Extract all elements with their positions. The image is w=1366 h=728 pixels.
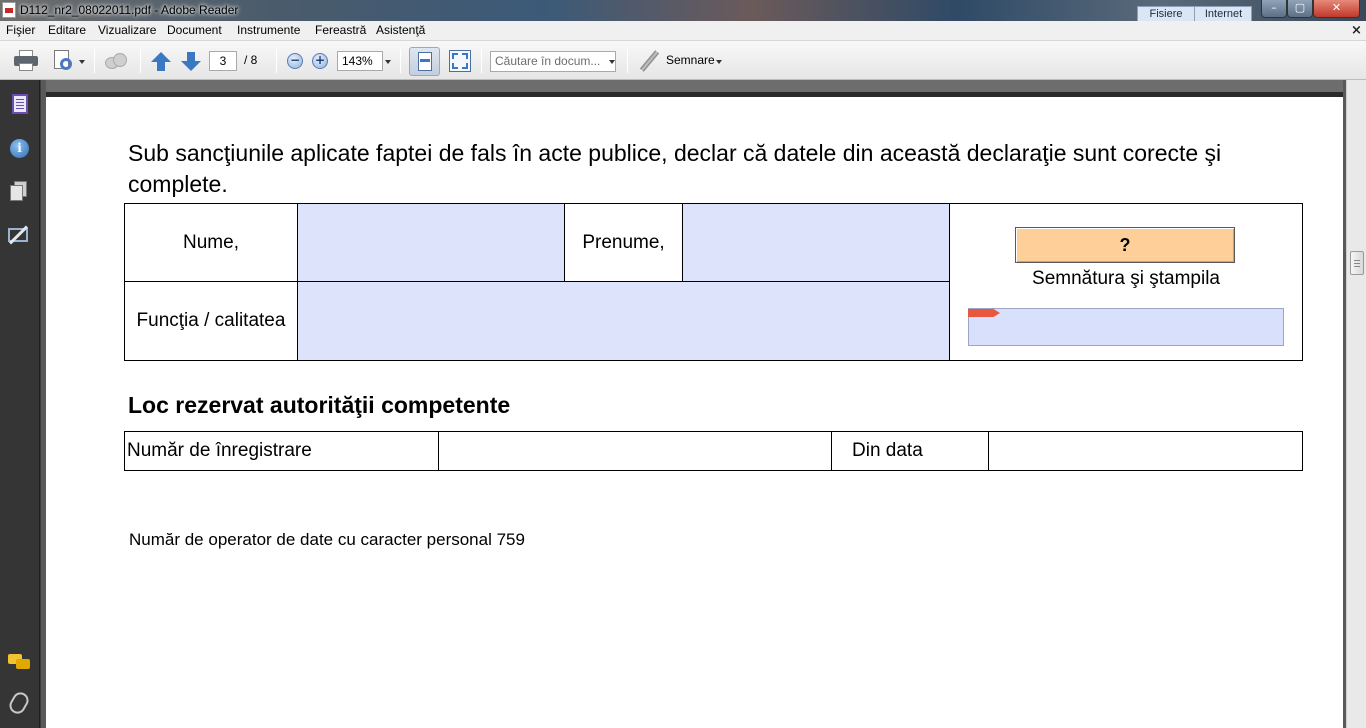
menu-fereastra[interactable]: Fereastră xyxy=(315,23,366,37)
signature-icon[interactable] xyxy=(8,225,30,245)
toolbar-separator xyxy=(481,49,482,73)
section-title: Loc rezervat autorităţii competente xyxy=(128,392,511,418)
close-window-button[interactable]: ✕ xyxy=(1313,0,1360,18)
prenume-field[interactable] xyxy=(682,203,950,282)
functia-field[interactable] xyxy=(297,281,950,361)
close-document-button[interactable]: × xyxy=(1351,23,1362,38)
registration-number-label: Număr de înregistrare xyxy=(124,431,439,471)
page-top-rule xyxy=(46,92,1343,97)
toolbar-separator xyxy=(276,49,277,73)
print-icon[interactable] xyxy=(14,50,38,71)
signature-label: Semnătura şi ştampila xyxy=(1032,268,1220,289)
menu-document[interactable]: Document xyxy=(167,23,222,37)
search-dropdown-arrow-icon[interactable] xyxy=(609,60,615,64)
minimize-button[interactable]: – xyxy=(1261,0,1287,18)
declaration-text: Sub sancţiunile aplicate faptei de fals … xyxy=(128,140,1222,197)
cloud-collaborate-icon[interactable] xyxy=(103,51,129,71)
pages-icon[interactable] xyxy=(12,94,28,114)
page-total-label: / 8 xyxy=(244,53,258,67)
vertical-scrollbar[interactable] xyxy=(1346,80,1366,728)
documents-icon[interactable] xyxy=(10,181,28,201)
menu-fisier[interactable]: Fişier xyxy=(6,23,35,37)
share-dropdown-arrow-icon[interactable] xyxy=(79,60,85,64)
signature-help-button[interactable]: ? xyxy=(1015,227,1235,263)
attachment-icon[interactable] xyxy=(6,689,32,717)
page-gap xyxy=(46,80,1343,92)
nume-field[interactable] xyxy=(297,203,565,282)
toolbar-separator xyxy=(400,49,401,73)
registration-number-field[interactable] xyxy=(438,431,832,471)
navigation-panel: i xyxy=(0,80,40,728)
zoom-dropdown-arrow-icon[interactable] xyxy=(385,60,391,64)
previous-page-icon[interactable] xyxy=(150,52,172,72)
search-input[interactable]: Căutare în docum... xyxy=(490,51,616,72)
registration-date-field[interactable] xyxy=(988,431,1303,471)
toolbar-separator xyxy=(140,49,141,73)
maximize-button[interactable]: ▢ xyxy=(1287,0,1313,18)
zoom-in-icon[interactable]: + xyxy=(312,53,328,69)
document-viewport[interactable]: Sub sancţiunile aplicate faptei de fals … xyxy=(41,80,1346,728)
menu-asistenta[interactable]: Asistenţă xyxy=(376,23,425,37)
nume-label: Nume, xyxy=(124,203,298,282)
signature-flag-icon xyxy=(968,309,1000,317)
registration-date-label: Din data xyxy=(831,431,989,471)
comment-icon[interactable] xyxy=(8,654,32,672)
info-icon[interactable]: i xyxy=(10,139,29,158)
menu-bar: Fişier Editare Vizualizare Document Inst… xyxy=(0,21,1366,41)
prenume-label: Prenume, xyxy=(564,203,683,282)
fit-width-scroll-icon[interactable] xyxy=(409,47,440,76)
fit-window-icon[interactable] xyxy=(449,50,471,72)
functia-label: Funcţia / calitatea xyxy=(124,281,298,361)
window-title: D112_nr2_08022011.pdf - Adobe Reader xyxy=(20,3,239,17)
sign-dropdown-arrow-icon[interactable] xyxy=(716,60,722,64)
share-document-icon[interactable] xyxy=(52,50,74,72)
toolbar: 3 / 8 − + 143% Căutare în docum... Semna… xyxy=(0,41,1366,80)
zoom-level-input[interactable]: 143% xyxy=(337,51,383,71)
signature-field[interactable] xyxy=(968,308,1284,346)
menu-vizualizare[interactable]: Vizualizare xyxy=(98,23,156,37)
toolbar-separator xyxy=(627,49,628,73)
adobe-pdf-icon xyxy=(2,2,16,18)
zoom-out-icon[interactable]: − xyxy=(287,53,303,69)
page-number-input[interactable]: 3 xyxy=(209,51,237,71)
pdf-page: Sub sancţiunile aplicate faptei de fals … xyxy=(46,80,1343,728)
sign-pen-icon[interactable] xyxy=(637,49,661,73)
operator-number-text: Număr de operator de date cu caracter pe… xyxy=(129,530,525,549)
next-page-icon[interactable] xyxy=(180,52,202,72)
sign-menu-button[interactable]: Semnare xyxy=(666,53,715,67)
toolbar-separator xyxy=(94,49,95,73)
menu-editare[interactable]: Editare xyxy=(48,23,86,37)
menu-instrumente[interactable]: Instrumente xyxy=(237,23,300,37)
scrollbar-thumb[interactable] xyxy=(1350,251,1364,275)
